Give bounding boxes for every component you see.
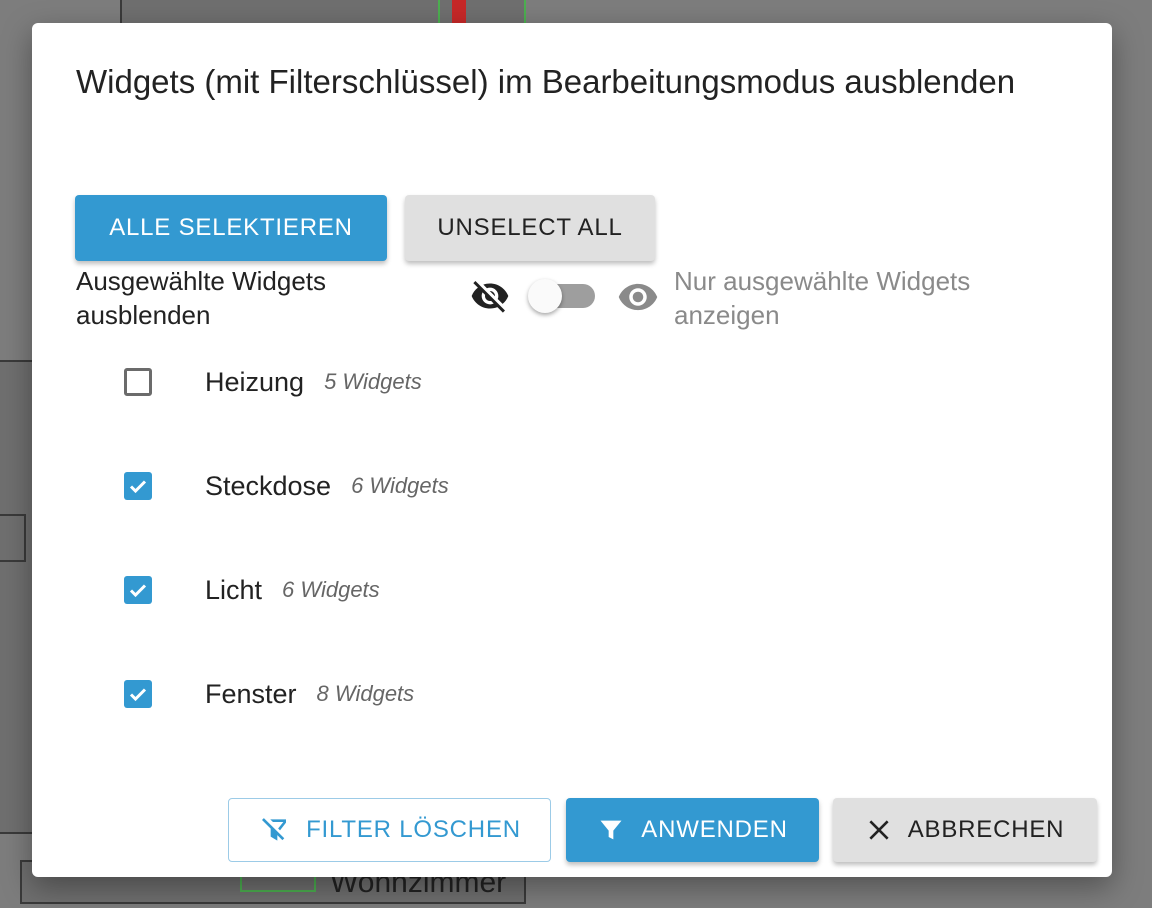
checkbox-heizung[interactable]	[124, 368, 152, 396]
checkbox-licht[interactable]	[124, 576, 152, 604]
bg-red-mark	[452, 0, 466, 24]
close-icon	[866, 817, 892, 843]
cancel-button[interactable]: ABBRECHEN	[833, 798, 1097, 862]
item-count: 8 Widgets	[316, 681, 415, 706]
item-count: 6 Widgets	[282, 577, 380, 602]
bg-panel-left-small	[0, 514, 26, 562]
list-item[interactable]: Steckdose 6 Widgets	[124, 466, 449, 506]
dialog-title: Widgets (mit Filterschlüssel) im Bearbei…	[76, 63, 1016, 100]
checkbox-fenster[interactable]	[124, 680, 152, 708]
eye-icon	[617, 276, 659, 323]
item-name: Licht	[205, 574, 263, 605]
show-selected-label: Nur ausgewählte Widgets anzeigen	[674, 266, 971, 330]
check-icon	[129, 480, 147, 494]
eye-off-icon	[470, 276, 510, 321]
list-item[interactable]: Heizung 5 Widgets	[124, 362, 422, 402]
select-all-button[interactable]: ALLE SELEKTIEREN	[75, 195, 387, 261]
filter-off-icon	[258, 814, 290, 846]
item-name: Steckdose	[205, 470, 332, 501]
filter-icon	[597, 816, 625, 844]
apply-button[interactable]: ANWENDEN	[566, 798, 819, 862]
check-icon	[129, 688, 147, 702]
item-count: 5 Widgets	[324, 369, 422, 394]
item-count: 6 Widgets	[351, 473, 449, 498]
hide-selected-label: Ausgewählte Widgets ausblenden	[76, 266, 327, 330]
filter-dialog: Widgets (mit Filterschlüssel) im Bearbei…	[32, 23, 1112, 877]
apply-label: ANWENDEN	[641, 816, 788, 843]
list-item[interactable]: Licht 6 Widgets	[124, 570, 380, 610]
item-name: Fenster	[205, 678, 297, 709]
list-item[interactable]: Fenster 8 Widgets	[124, 674, 414, 714]
checkbox-steckdose[interactable]	[124, 472, 152, 500]
check-icon	[129, 584, 147, 598]
clear-filter-button[interactable]: FILTER LÖSCHEN	[228, 798, 551, 862]
clear-filter-label: FILTER LÖSCHEN	[306, 816, 521, 843]
unselect-all-button[interactable]: UNSELECT ALL	[405, 195, 655, 261]
mode-toggle[interactable]	[528, 279, 562, 313]
cancel-label: ABBRECHEN	[907, 816, 1065, 843]
item-name: Heizung	[205, 366, 305, 397]
